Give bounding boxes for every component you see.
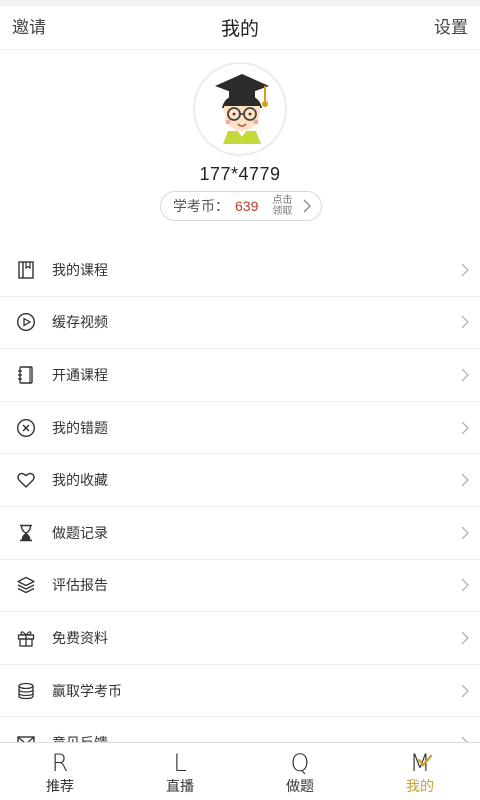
menu-item-earn-coins[interactable]: 赢取学考币	[0, 665, 480, 718]
coin-claim-button[interactable]: 学考币： 639 点击 领取	[160, 191, 322, 221]
tab-label: 直播	[166, 778, 194, 794]
menu-item-assessment-report[interactable]: 评估报告	[0, 560, 480, 613]
mail-icon	[15, 732, 37, 742]
menu-item-feedback[interactable]: 意见反馈	[0, 717, 480, 742]
profile-section: 177*4779 学考币： 639 点击 领取	[0, 50, 480, 248]
tab-label: 做题	[286, 778, 314, 794]
top-navigation-bar: 邀请 我的 设置	[0, 6, 480, 50]
invite-button[interactable]: 邀请	[12, 6, 46, 50]
coin-label: 学考币：	[173, 198, 229, 214]
chevron-right-icon	[461, 315, 469, 329]
tab-recommend[interactable]: R 推荐	[0, 743, 120, 800]
tab-practice-icon: Q	[290, 749, 310, 777]
menu-item-practice-history[interactable]: 做题记录	[0, 507, 480, 560]
menu-item-label: 免费资料	[52, 629, 108, 646]
tab-mine[interactable]: M 我的	[360, 743, 480, 800]
gift-icon	[15, 627, 37, 649]
chevron-right-icon	[303, 199, 312, 213]
tab-label: 我的	[406, 778, 434, 794]
chevron-right-icon	[461, 631, 469, 645]
menu-item-label: 做题记录	[52, 524, 108, 541]
tab-recommend-icon: R	[51, 749, 69, 777]
menu-item-label: 意见反馈	[52, 733, 108, 742]
tab-practice[interactable]: Q 做题	[240, 743, 360, 800]
username: 177*4779	[199, 164, 281, 184]
play-circle-icon	[15, 311, 37, 333]
tab-label: 推荐	[46, 778, 74, 794]
menu-list: 我的课程 缓存视频 开通课程 我的错题 我的收藏 做题记录 评估报告 免费资料 …	[0, 244, 480, 742]
notebook-icon	[15, 364, 37, 386]
chevron-right-icon	[461, 421, 469, 435]
tab-live[interactable]: L 直播	[120, 743, 240, 800]
heart-icon	[15, 469, 37, 491]
menu-item-favorites[interactable]: 我的收藏	[0, 454, 480, 507]
coin-stack-icon	[15, 680, 37, 702]
hourglass-icon	[15, 522, 37, 544]
menu-item-free-materials[interactable]: 免费资料	[0, 612, 480, 665]
active-check-icon	[418, 754, 432, 767]
claim-text: 点击 领取	[272, 195, 296, 217]
settings-button[interactable]: 设置	[434, 6, 468, 50]
avatar[interactable]	[193, 62, 287, 156]
menu-item-wrong-questions[interactable]: 我的错题	[0, 402, 480, 455]
menu-item-label: 评估报告	[52, 577, 108, 594]
chevron-right-icon	[461, 473, 469, 487]
chevron-right-icon	[461, 684, 469, 697]
menu-item-label: 缓存视频	[52, 314, 108, 331]
menu-item-activate-course[interactable]: 开通课程	[0, 349, 480, 402]
menu-item-my-courses[interactable]: 我的课程	[0, 244, 480, 297]
menu-item-label: 我的课程	[52, 261, 108, 278]
book-icon	[15, 259, 37, 281]
menu-item-label: 赢取学考币	[52, 682, 122, 699]
page-title: 我的	[220, 19, 259, 40]
graduate-avatar-icon	[215, 74, 269, 144]
bottom-tab-bar: R 推荐 L 直播 Q 做题 M 我的	[0, 742, 480, 800]
menu-item-label: 我的收藏	[52, 472, 108, 489]
layers-icon	[15, 574, 37, 596]
coin-balance: 639	[235, 198, 259, 214]
menu-item-cached-videos[interactable]: 缓存视频	[0, 297, 480, 350]
x-circle-icon	[15, 417, 37, 439]
menu-item-label: 开通课程	[52, 366, 108, 383]
claim-text-line2: 领取	[272, 206, 293, 217]
claim-text-line1: 点击	[272, 195, 293, 206]
menu-item-label: 我的错题	[52, 419, 108, 436]
chevron-right-icon	[461, 526, 469, 540]
tab-live-icon: L	[173, 749, 187, 777]
chevron-right-icon	[461, 578, 469, 592]
chevron-right-icon	[461, 368, 469, 382]
chevron-right-icon	[461, 263, 469, 277]
